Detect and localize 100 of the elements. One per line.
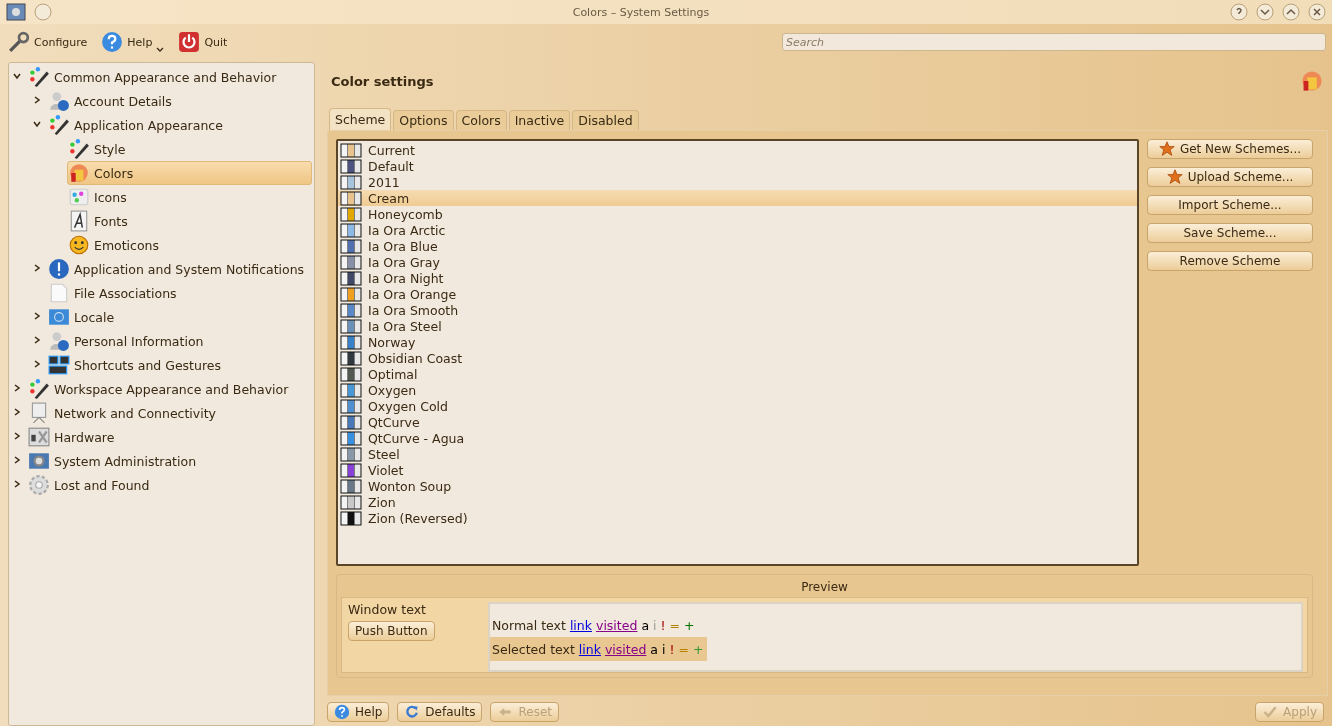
scheme-button[interactable]: Save Scheme... xyxy=(1147,223,1313,243)
tree-item[interactable]: Account Details xyxy=(47,89,312,113)
scheme-button[interactable]: Import Scheme... xyxy=(1147,195,1313,215)
maximize-button[interactable] xyxy=(1282,3,1300,21)
info-icon xyxy=(48,258,70,280)
color-swatch-icon xyxy=(340,510,362,526)
color-swatch-icon xyxy=(340,350,362,366)
preview-text: a xyxy=(650,641,658,657)
tree-item[interactable]: Application and System Notifications xyxy=(47,257,312,281)
minimize-button[interactable] xyxy=(1256,3,1274,21)
toolbar-button[interactable]: Help xyxy=(99,29,167,55)
scheme-item[interactable]: Oxygen xyxy=(338,382,1137,398)
toolbar-button[interactable]: Quit xyxy=(176,29,230,55)
tree-item[interactable]: Application Appearance xyxy=(47,113,312,137)
pencil-icon xyxy=(28,378,50,400)
color-swatch-icon xyxy=(340,414,362,430)
tree-item[interactable]: Network and Connectivity xyxy=(27,401,312,425)
help-icon xyxy=(101,31,124,53)
scheme-item[interactable]: Zion xyxy=(338,494,1137,510)
wrench-icon xyxy=(8,31,30,53)
gear-icon xyxy=(28,450,50,472)
tree-item[interactable]: Emoticons xyxy=(67,233,312,257)
scheme-item[interactable]: Ia Ora Night xyxy=(338,270,1137,286)
scheme-item[interactable]: QtCurve xyxy=(338,414,1137,430)
tree-item[interactable]: Colors xyxy=(67,161,312,185)
scheme-item[interactable]: Oxygen Cold xyxy=(338,398,1137,414)
scheme-item[interactable]: Ia Ora Orange xyxy=(338,286,1137,302)
preview-text: ! xyxy=(660,617,666,633)
close-button[interactable] xyxy=(1308,3,1326,21)
tree-item[interactable]: Fonts xyxy=(67,209,312,233)
scheme-button[interactable]: Remove Scheme xyxy=(1147,251,1313,271)
tree-item[interactable]: Personal Information xyxy=(47,329,312,353)
scheme-item[interactable]: Optimal xyxy=(338,366,1137,382)
color-swatch-icon xyxy=(340,366,362,382)
tree-item[interactable]: System Administration xyxy=(27,449,312,473)
help-button[interactable] xyxy=(1230,3,1248,21)
font-icon xyxy=(68,210,90,232)
tab[interactable]: Options xyxy=(393,110,454,130)
color-swatch-icon xyxy=(340,238,362,254)
scheme-button[interactable]: Get New Schemes... xyxy=(1147,139,1313,159)
tab[interactable]: Inactive xyxy=(508,110,571,130)
scheme-item[interactable]: Ia Ora Steel xyxy=(338,318,1137,334)
scheme-item[interactable]: Cream xyxy=(338,190,1137,206)
search-field[interactable]: Search xyxy=(782,33,1326,51)
toolbar-button[interactable]: Configure xyxy=(6,29,90,55)
scheme-item[interactable]: Wonton Soup xyxy=(338,478,1137,494)
check-icon xyxy=(1262,704,1279,720)
color-swatch-icon xyxy=(340,206,362,222)
scheme-button[interactable]: Upload Scheme... xyxy=(1147,167,1313,187)
color-swatch-icon xyxy=(340,334,362,350)
tree-item[interactable]: Lost and Found xyxy=(27,473,312,497)
footer-button[interactable]: Defaults xyxy=(397,702,483,722)
user-icon xyxy=(48,330,70,352)
tree-item[interactable]: Workspace Appearance and Behavior xyxy=(27,377,312,401)
power-icon xyxy=(178,31,201,53)
scheme-item[interactable]: Steel xyxy=(338,446,1137,462)
scheme-item[interactable]: Default xyxy=(338,158,1137,174)
tree-item[interactable]: Icons xyxy=(67,185,312,209)
tab[interactable]: Disabled xyxy=(572,110,639,130)
scheme-item[interactable]: 2011 xyxy=(338,174,1137,190)
scheme-item[interactable]: QtCurve - Agua xyxy=(338,430,1137,446)
dots-icon xyxy=(68,186,90,208)
preview-text: a xyxy=(641,617,650,633)
tree-item[interactable]: Common Appearance and Behavior xyxy=(27,65,312,89)
push-button[interactable]: Push Button xyxy=(348,621,435,641)
scheme-item[interactable]: Violet xyxy=(338,462,1137,478)
pencil-icon xyxy=(28,66,50,88)
scheme-item[interactable]: Ia Ora Arctic xyxy=(338,222,1137,238)
tree-item[interactable]: Shortcuts and Gestures xyxy=(47,353,312,377)
tree-item[interactable]: Locale xyxy=(47,305,312,329)
color-swatch-icon xyxy=(340,174,362,190)
scheme-item[interactable]: Ia Ora Smooth xyxy=(338,302,1137,318)
app-icon[interactable] xyxy=(6,3,26,21)
help-icon xyxy=(334,704,350,720)
tab[interactable]: Colors xyxy=(455,110,507,130)
preview-text: i xyxy=(662,641,666,657)
preview-text: + xyxy=(684,617,695,633)
tree-item[interactable]: Style xyxy=(67,137,312,161)
scheme-item[interactable]: Ia Ora Gray xyxy=(338,254,1137,270)
tree-item[interactable]: Hardware xyxy=(27,425,312,449)
color-swatch-icon xyxy=(340,158,362,174)
scheme-item[interactable]: Honeycomb xyxy=(338,206,1137,222)
color-swatch-icon xyxy=(340,430,362,446)
preview-title: Preview xyxy=(800,579,849,596)
footer-button[interactable]: Help xyxy=(327,702,390,722)
window-text-label: Window text xyxy=(348,602,427,617)
scheme-item[interactable]: Obsidian Coast xyxy=(338,350,1137,366)
scheme-item[interactable]: Norway xyxy=(338,334,1137,350)
window-title: Colors – System Settings xyxy=(571,5,711,19)
preview-text: i xyxy=(653,617,657,633)
paint-icon xyxy=(1300,69,1324,93)
star-icon xyxy=(1166,169,1183,185)
scheme-item[interactable]: Zion (Reversed) xyxy=(338,510,1137,526)
scheme-item[interactable]: Ia Ora Blue xyxy=(338,238,1137,254)
color-swatch-icon xyxy=(340,302,362,318)
tree-item[interactable]: File Associations xyxy=(47,281,312,305)
preview-text: Selected text xyxy=(492,641,575,657)
tab[interactable]: Scheme xyxy=(329,108,392,130)
user-icon xyxy=(48,90,70,112)
scheme-item[interactable]: Current xyxy=(338,142,1137,158)
